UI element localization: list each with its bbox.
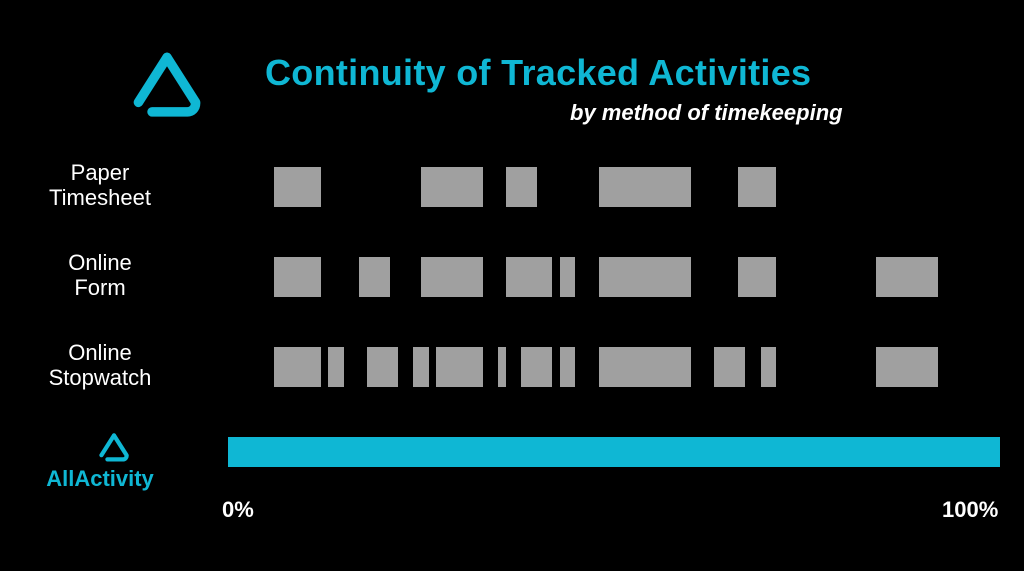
bar-segment [876,257,938,297]
bar-segment [367,347,398,387]
bar-segment [413,347,428,387]
row-online-form [228,257,1000,297]
row-online-stopwatch [228,347,1000,387]
bar-segment [328,347,343,387]
row-label-paper: PaperTimesheet [0,160,200,211]
bar-segment [436,347,482,387]
allactivity-logo-icon [133,52,201,120]
axis-tick-max: 100% [942,497,998,523]
row-label-allactivity: AllActivity [0,466,200,491]
bar-segment [274,257,320,297]
bar-segment [274,347,320,387]
chart-plot-area [228,157,1000,447]
bar-segment [599,167,692,207]
bar-segment [738,257,777,297]
bar-segment [228,437,1000,467]
bar-segment [506,167,537,207]
bar-segment [761,347,776,387]
bar-segment [599,347,692,387]
bar-segment [274,167,320,207]
bar-segment [560,347,575,387]
chart-subtitle: by method of timekeeping [570,100,843,126]
row-label-stopwatch: OnlineStopwatch [0,340,200,391]
bar-segment [359,257,390,297]
row-paper-timesheet [228,167,1000,207]
bar-segment [560,257,575,297]
bar-segment [506,257,552,297]
bar-segment [599,257,692,297]
bar-segment [421,167,483,207]
bar-segment [738,167,777,207]
bar-segment [521,347,552,387]
axis-tick-min: 0% [222,497,254,523]
row-allactivity [228,437,1000,467]
bar-segment [714,347,745,387]
bar-segment [421,257,483,297]
bar-segment [876,347,938,387]
chart-title: Continuity of Tracked Activities [265,52,811,94]
bar-segment [498,347,506,387]
allactivity-small-logo-icon [99,433,129,463]
row-label-form: OnlineForm [0,250,200,301]
